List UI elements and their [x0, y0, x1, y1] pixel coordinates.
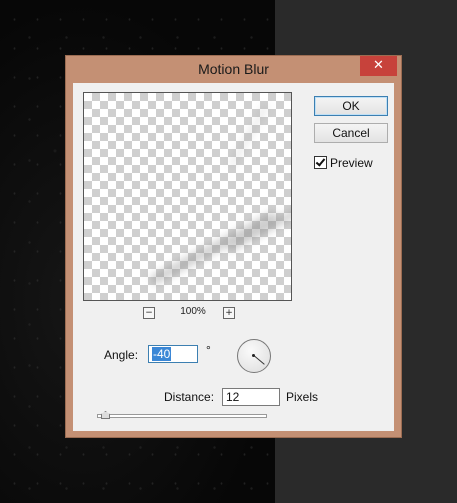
- angle-dial[interactable]: [237, 339, 271, 373]
- zoom-out-button[interactable]: −: [143, 307, 155, 319]
- distance-slider-handle[interactable]: [101, 411, 110, 419]
- angle-indicator-line: [253, 355, 265, 365]
- dialog-title: Motion Blur: [198, 61, 269, 77]
- preview-checkbox[interactable]: Preview: [314, 156, 373, 172]
- distance-slider-track[interactable]: [97, 414, 267, 418]
- checkbox-checked-icon[interactable]: [314, 156, 327, 169]
- angle-value: -40: [152, 347, 172, 361]
- preview-checkbox-label: Preview: [330, 156, 373, 170]
- cancel-button[interactable]: Cancel: [314, 123, 388, 143]
- preview-image[interactable]: [83, 92, 292, 301]
- zoom-controls: − 100% +: [143, 306, 253, 320]
- angle-dial-center: [252, 354, 255, 357]
- blur-streak: [149, 210, 279, 286]
- close-icon: ✕: [373, 58, 384, 73]
- close-button[interactable]: ✕: [360, 56, 397, 76]
- distance-input[interactable]: 12: [222, 388, 280, 406]
- blur-streak: [227, 202, 291, 252]
- angle-input[interactable]: -40: [148, 345, 198, 363]
- angle-label: Angle:: [104, 348, 139, 362]
- motion-blur-dialog: Motion Blur ✕ − 100% + OK Cancel Preview…: [65, 55, 402, 438]
- ok-button[interactable]: OK: [314, 96, 388, 116]
- distance-unit: Pixels: [286, 390, 319, 404]
- dialog-body: − 100% + OK Cancel Preview Angle: -40 ° …: [73, 83, 394, 431]
- distance-label: Distance:: [164, 390, 215, 404]
- blur-streak: [229, 103, 269, 168]
- title-bar[interactable]: Motion Blur ✕: [66, 56, 401, 83]
- zoom-in-button[interactable]: +: [223, 307, 235, 319]
- zoom-level: 100%: [180, 306, 206, 317]
- degree-symbol: °: [206, 343, 211, 357]
